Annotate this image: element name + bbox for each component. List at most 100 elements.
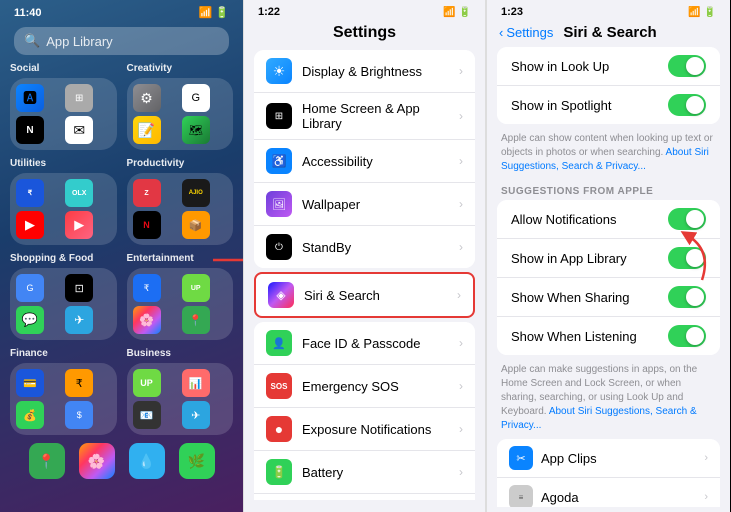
app-icon-appstore[interactable]: 🅰 — [16, 84, 44, 112]
app-icon-biz3[interactable]: 📧 — [133, 401, 161, 429]
toggle-spotlight-switch[interactable] — [668, 94, 706, 116]
hint-text-2: Apple can make suggestions in apps, on t… — [487, 359, 730, 439]
standby-chevron: › — [459, 240, 463, 254]
app-icon-upwork[interactable]: UP — [182, 274, 210, 302]
settings-list-2: 👤 Face ID & Passcode › SOS Emergency SOS… — [254, 322, 475, 500]
phone2-status-bar: 1:22 📶 🔋 — [244, 0, 485, 20]
settings-item-display[interactable]: ☀ Display & Brightness › — [254, 50, 475, 93]
siri-chevron: › — [457, 288, 461, 302]
sos-chevron: › — [459, 379, 463, 393]
app-icon-leaf-bottom[interactable]: 🌿 — [179, 443, 215, 479]
group-label-shopping: Shopping & Food — [10, 253, 117, 264]
homescreen-chevron: › — [459, 109, 463, 123]
accessibility-label: Accessibility — [302, 154, 449, 169]
app-icon-zomato[interactable]: Z — [133, 179, 161, 207]
settings-list: ☀ Display & Brightness › ⊞ Home Screen &… — [254, 50, 475, 268]
phone3-nav: ‹ Settings Siri & Search — [487, 20, 730, 47]
app-icon-googlepay[interactable]: G — [16, 274, 44, 302]
settings-item-siri[interactable]: ◈ Siri & Search › — [254, 272, 475, 318]
app-icon-youtube[interactable]: ▶ — [16, 211, 44, 239]
display-icon: ☀ — [266, 58, 292, 84]
settings-item-battery[interactable]: 🔋 Battery › — [254, 451, 475, 494]
toggle-show-spotlight: Show in Spotlight — [497, 86, 720, 124]
settings-item-privacy[interactable]: 🔒 Privacy & Security › — [254, 494, 475, 500]
search-label: App Library — [46, 34, 112, 49]
toggle-applibrary-label: Show in App Library — [511, 251, 668, 266]
toggle-notifications-switch[interactable] — [668, 208, 706, 230]
phone1-icons: 📶 🔋 — [199, 6, 229, 19]
faceid-icon: 👤 — [266, 330, 292, 356]
toggle-listening-switch[interactable] — [668, 325, 706, 347]
toggle-lookup-switch[interactable] — [668, 55, 706, 77]
wallpaper-icon: 🖼 — [266, 191, 292, 217]
app-icon-paytm[interactable]: ₹ — [16, 179, 44, 207]
app-icon-gmail[interactable]: ✉ — [65, 116, 93, 144]
app-icon-netflix[interactable]: N — [133, 211, 161, 239]
accessibility-chevron: › — [459, 154, 463, 168]
toggle-listening-label: Show When Listening — [511, 329, 668, 344]
hint-link-2[interactable]: About Siri Suggestions, Search & Privacy… — [501, 406, 697, 431]
hint-link-1[interactable]: About Siri Suggestions, Search & Privacy… — [501, 147, 709, 172]
app-icon-fin4[interactable]: $ — [65, 401, 93, 429]
settings-item-faceid[interactable]: 👤 Face ID & Passcode › — [254, 322, 475, 365]
app-icon-grid[interactable]: ⊞ — [65, 84, 93, 112]
settings-item-standby[interactable]: ⏻ StandBy › — [254, 226, 475, 268]
app-icon-amazon[interactable]: 📦 — [182, 211, 210, 239]
app-icon-fin1[interactable]: 💳 — [16, 369, 44, 397]
toggle-allow-notifications: Allow Notifications — [497, 200, 720, 239]
homescreen-icon: ⊞ — [266, 103, 292, 129]
wallpaper-chevron: › — [459, 197, 463, 211]
app-row-appclips[interactable]: ✂ App Clips › — [497, 439, 720, 478]
app-icon-redmusic[interactable]: ▶ — [65, 211, 93, 239]
app-icon-settings[interactable]: ⚙ — [133, 84, 161, 112]
app-icon-biz4[interactable]: ✈ — [182, 401, 210, 429]
phone3-icons: 📶 🔋 — [688, 7, 716, 18]
app-icon-ajio[interactable]: AJIO — [182, 179, 210, 207]
group-label-finance: Finance — [10, 348, 117, 359]
app-icon-biz1[interactable]: UP — [133, 369, 161, 397]
settings-item-wallpaper[interactable]: 🖼 Wallpaper › — [254, 183, 475, 226]
siri-icon: ◈ — [268, 282, 294, 308]
phone1-screen: 11:40 📶 🔋 🔍 App Library Social 🅰 ⊞ N ✉ C… — [0, 0, 243, 512]
group-label-creativity: Creativity — [127, 63, 234, 74]
settings-item-homescreen[interactable]: ⊞ Home Screen & App Library › — [254, 93, 475, 140]
phone2-settings-header: Settings — [244, 20, 485, 50]
group-label-utilities: Utilities — [10, 158, 117, 169]
toggle-sharing-label: Show When Sharing — [511, 290, 668, 305]
toggle-show-lookup: Show in Look Up — [497, 47, 720, 86]
app-icon-photos[interactable]: 🌸 — [133, 306, 161, 334]
app-icon-water-bottom[interactable]: 💧 — [129, 443, 165, 479]
app-icon-fin3[interactable]: 💰 — [16, 401, 44, 429]
app-icon-notion[interactable]: N — [16, 116, 44, 144]
app-icon-biz2[interactable]: 📊 — [182, 369, 210, 397]
app-icon-gmaps2[interactable]: 📍 — [182, 306, 210, 334]
agoda-label: Agoda — [541, 490, 696, 505]
group-label-productivity: Productivity — [127, 158, 234, 169]
toggle-sharing-switch[interactable] — [668, 286, 706, 308]
app-icon-square[interactable]: ⊡ — [65, 274, 93, 302]
app-icon-olx[interactable]: OLX — [65, 179, 93, 207]
settings-item-accessibility[interactable]: ♿ Accessibility › — [254, 140, 475, 183]
sos-icon: SOS — [266, 373, 292, 399]
app-row-agoda[interactable]: ≡ Agoda › — [497, 478, 720, 507]
app-icon-maps[interactable]: 🗺 — [182, 116, 210, 144]
app-icon-fin2[interactable]: ₹ — [65, 369, 93, 397]
phone2-screen: 1:22 📶 🔋 Settings ☀ Display & Brightness… — [243, 0, 486, 512]
app-icon-telegram[interactable]: ✈ — [65, 306, 93, 334]
toggle-applibrary-switch[interactable] — [668, 247, 706, 269]
app-icon-notes[interactable]: 📝 — [133, 116, 161, 144]
phone2-icons: 📶 🔋 — [443, 7, 471, 18]
app-icon-message[interactable]: 💬 — [16, 306, 44, 334]
app-icon-photos-bottom[interactable]: 🌸 — [79, 443, 115, 479]
app-icon-finance1[interactable]: ₹ — [133, 274, 161, 302]
toggle-spotlight-label: Show in Spotlight — [511, 98, 668, 113]
sos-label: Emergency SOS — [302, 379, 449, 394]
appclips-chevron: › — [704, 452, 708, 464]
app-icon-gmaps-bottom[interactable]: 📍 — [29, 443, 65, 479]
back-button[interactable]: ‹ Settings — [499, 25, 553, 40]
settings-item-exposure[interactable]: ● Exposure Notifications › — [254, 408, 475, 451]
app-library-search[interactable]: 🔍 App Library — [14, 27, 229, 55]
settings-item-sos[interactable]: SOS Emergency SOS › — [254, 365, 475, 408]
app-icon-google[interactable]: G — [182, 84, 210, 112]
phone3-screen: 1:23 📶 🔋 ‹ Settings Siri & Search Show i… — [486, 0, 730, 512]
